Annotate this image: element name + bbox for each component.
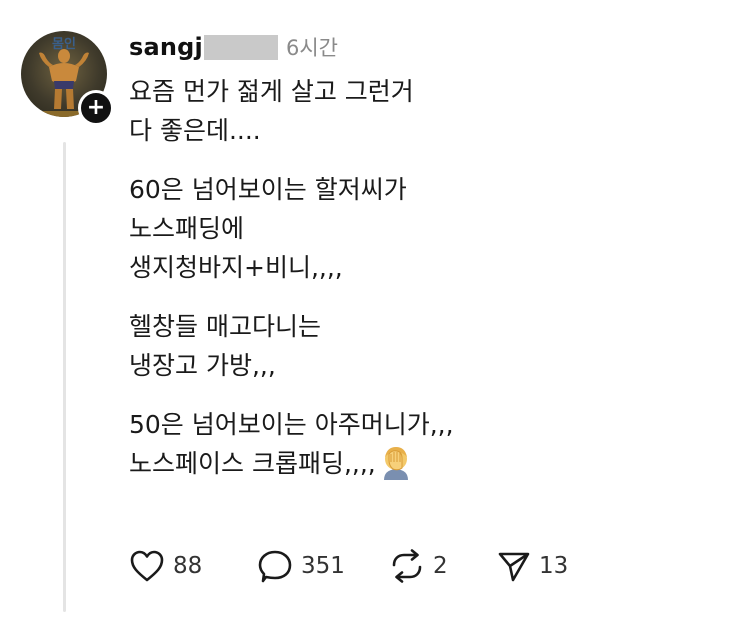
- repost-count: 2: [433, 553, 448, 579]
- username[interactable]: sangj: [129, 33, 203, 61]
- share-button[interactable]: 13: [497, 549, 568, 583]
- like-button[interactable]: 88: [129, 549, 257, 583]
- speech-bubble-icon: [257, 549, 293, 583]
- post-text-line: 노스패딩에: [129, 214, 245, 243]
- repost-icon: [389, 549, 425, 583]
- username-redaction: [203, 34, 278, 60]
- post-text-line: 다 좋은데....: [129, 116, 261, 145]
- post-text-line: 50은 넘어보이는 아주머니가,,,: [129, 410, 454, 439]
- post-text-line: 60은 넘어보이는 할저씨가: [129, 175, 407, 204]
- share-count: 13: [539, 553, 569, 579]
- post-text-line: 요즘 먼가 젊게 살고 그런거: [129, 77, 414, 106]
- post-body: 요즘 먼가 젊게 살고 그런거 다 좋은데.... 60은 넘어보이는 할저씨가…: [129, 72, 709, 491]
- post-text-line: 헬창들 매고다니는: [129, 312, 321, 341]
- timestamp: 6시간: [285, 36, 338, 60]
- face-palm-emoji-icon: [378, 444, 414, 491]
- post-text-line-with-emoji: 노스페이스 크롭패딩,,,,: [129, 444, 709, 491]
- send-icon: [497, 549, 531, 583]
- thread-line: [63, 142, 66, 612]
- like-count: 88: [173, 553, 203, 579]
- heart-icon: [129, 549, 165, 583]
- follow-plus-icon[interactable]: +: [78, 90, 114, 126]
- post-text-line: 생지청바지+비니,,,,: [129, 253, 343, 282]
- repost-button[interactable]: 2: [389, 549, 497, 583]
- post-text-line: 냉장고 가방,,,: [129, 351, 276, 380]
- post-text-line: 노스페이스 크롭패딩,,,,: [129, 449, 376, 478]
- post-header: sangj 6시간: [129, 31, 338, 63]
- post-actions: 88 351 2 13: [129, 546, 568, 586]
- reply-button[interactable]: 351: [257, 549, 389, 583]
- threads-post: 몸인 + sangj 6시간 요즘 먼가 젊게 살고 그런거 다 좋은데....…: [0, 0, 740, 619]
- reply-count: 351: [301, 553, 345, 579]
